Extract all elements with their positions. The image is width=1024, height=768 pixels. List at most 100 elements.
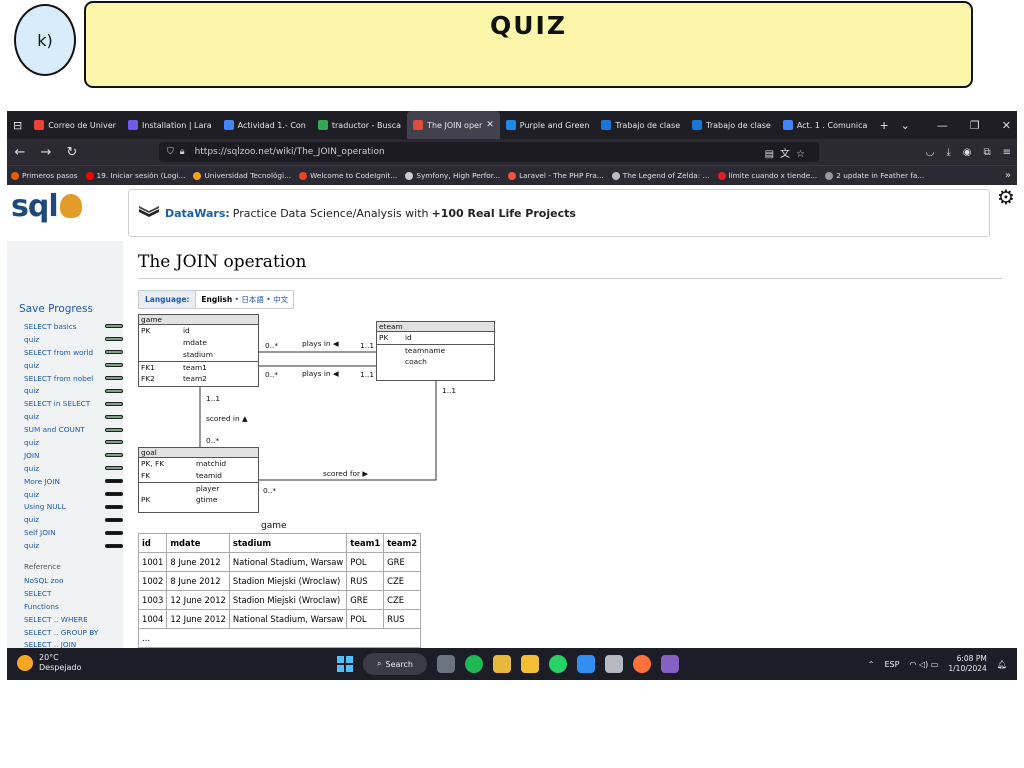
sqlzoo-logo[interactable]: sql bbox=[11, 189, 82, 224]
sidebar-progress-item[interactable]: SELECT in SELECT bbox=[19, 397, 123, 410]
sidebar-progress-item[interactable]: SELECT from nobel bbox=[19, 372, 123, 385]
field-label: coach bbox=[405, 357, 427, 366]
field-label: id bbox=[405, 333, 412, 342]
browser-tab[interactable]: traductor - Busca bbox=[312, 111, 407, 139]
table-cell: GRE bbox=[346, 590, 385, 610]
whatsapp-icon[interactable] bbox=[549, 655, 567, 673]
table-cell: 12 June 2012 bbox=[166, 609, 230, 629]
save-progress-header[interactable]: Save Progress bbox=[19, 303, 123, 315]
task-view-icon[interactable] bbox=[437, 655, 455, 673]
language-selector: Language: English • 日本語 • 中文 bbox=[138, 290, 295, 309]
language-others[interactable]: • 日本語 • 中文 bbox=[235, 295, 289, 304]
reference-link[interactable]: Functions bbox=[19, 602, 123, 615]
cube-app-icon[interactable] bbox=[605, 655, 623, 673]
bookmark-item[interactable]: Laravel - The PHP Fra... bbox=[504, 171, 608, 180]
sidebar-progress-item[interactable]: quiz bbox=[19, 513, 123, 526]
sidebar-progress-item[interactable]: quiz bbox=[19, 359, 123, 372]
title-divider bbox=[138, 278, 1002, 279]
url-text: https://sqlzoo.net/wiki/The_JOIN_operati… bbox=[194, 147, 385, 157]
clock[interactable]: 6:08 PM 1/10/2024 bbox=[948, 654, 986, 674]
close-tab-icon[interactable]: ✕ bbox=[486, 120, 494, 130]
sidebar-progress-item[interactable]: quiz bbox=[19, 539, 123, 552]
reference-link[interactable]: SELECT .. WHERE bbox=[19, 615, 123, 628]
sidebar-progress-item[interactable]: SELECT basics bbox=[19, 320, 123, 333]
chevron-up-icon[interactable]: ⌃ bbox=[868, 660, 875, 669]
extensions-icon[interactable]: ⧉ bbox=[983, 147, 990, 158]
bookmark-item[interactable]: Universidad Tecnológi... bbox=[189, 171, 295, 180]
reference-link[interactable]: NoSQL zoo bbox=[19, 576, 123, 589]
git-icon[interactable] bbox=[493, 655, 511, 673]
sidebar-progress-item[interactable]: quiz bbox=[19, 488, 123, 501]
sidebar-progress-item[interactable]: quiz bbox=[19, 410, 123, 423]
bookmark-item[interactable]: Welcome to CodeIgnit... bbox=[295, 171, 401, 180]
notification-bell-icon[interactable]: 🔔︎ bbox=[997, 660, 1007, 669]
browser-tab[interactable]: The JOIN oper ✕ bbox=[407, 111, 500, 139]
taskbar-search[interactable]: ⌕ Search bbox=[363, 653, 427, 675]
firefox-icon[interactable] bbox=[633, 655, 651, 673]
visual-studio-icon[interactable] bbox=[661, 655, 679, 673]
bookmark-item[interactable]: 2 update in Feather fa... bbox=[821, 171, 928, 180]
sidebar-progress-item[interactable]: quiz bbox=[19, 436, 123, 449]
browser-tab[interactable]: Correo de Univer bbox=[28, 111, 122, 139]
weather-widget[interactable]: 20°C Despejado bbox=[17, 653, 81, 673]
windows-start-icon[interactable] bbox=[337, 656, 353, 672]
chevron-down-icon[interactable]: ⌄ bbox=[895, 119, 916, 132]
tab-list-icon[interactable]: ⊟ bbox=[7, 119, 28, 132]
column-header: team1 bbox=[346, 533, 385, 553]
keyboard-language[interactable]: ESP bbox=[885, 660, 900, 669]
reference-link[interactable]: SELECT .. GROUP BY bbox=[19, 628, 123, 641]
minimize-icon[interactable]: — bbox=[937, 119, 948, 132]
sidebar-progress-item[interactable]: quiz bbox=[19, 333, 123, 346]
banner-text: Practice Data Science/Analysis with bbox=[232, 206, 429, 220]
restore-icon[interactable]: ❐ bbox=[970, 119, 980, 132]
sidebar-progress-item[interactable]: SUM and COUNT bbox=[19, 423, 123, 436]
pocket-icon[interactable]: ◡ bbox=[926, 147, 935, 158]
browser-tab[interactable]: Trabajo de clase bbox=[686, 111, 777, 139]
address-bar[interactable]: ⛉ 🔒︎ https://sqlzoo.net/wiki/The_JOIN_op… bbox=[159, 142, 819, 162]
bookmark-label: Symfony, High Perfor... bbox=[416, 171, 501, 180]
spotify-icon[interactable] bbox=[465, 655, 483, 673]
menu-icon[interactable]: ≡ bbox=[1003, 147, 1011, 158]
browser-tab[interactable]: Trabajo de clase bbox=[595, 111, 686, 139]
bookmark-item[interactable]: The Legend of Zelda: ... bbox=[608, 171, 714, 180]
back-icon[interactable]: ← bbox=[7, 145, 33, 160]
download-icon[interactable]: ⤓ bbox=[946, 147, 950, 158]
browser-tab[interactable]: Act. 1 . Comunica bbox=[777, 111, 874, 139]
bookmark-item[interactable]: Primeros pasos bbox=[7, 171, 82, 180]
browser-tab[interactable]: Installation | Lara bbox=[122, 111, 218, 139]
reader-translate-bookmark-icons[interactable]: ▤文☆ bbox=[765, 145, 811, 160]
new-tab-icon[interactable]: + bbox=[873, 119, 894, 132]
sidebar-progress-item[interactable]: quiz bbox=[19, 384, 123, 397]
sidebar-progress-item[interactable]: Using NULL bbox=[19, 500, 123, 513]
reference-link[interactable]: SELECT bbox=[19, 589, 123, 602]
relation-plays-in-1: plays in ◀ bbox=[302, 339, 339, 348]
tab-favicon-icon bbox=[505, 120, 516, 130]
sidebar-progress-item[interactable]: More JOIN bbox=[19, 475, 123, 488]
language-english[interactable]: English bbox=[201, 295, 232, 304]
sidebar-progress-item[interactable]: Self JOIN bbox=[19, 526, 123, 539]
close-icon[interactable]: ✕ bbox=[1002, 119, 1011, 132]
bookmark-item[interactable]: 19. Iniciar sesión (Logi... bbox=[82, 171, 190, 180]
windows-taskbar: 20°C Despejado ⌕ Search ⌃ ESP ◠ ◁) ▭ 6:08 … bbox=[7, 648, 1017, 680]
file-explorer-icon[interactable] bbox=[521, 655, 539, 673]
browser-tab[interactable]: Actividad 1.- Con bbox=[218, 111, 312, 139]
wifi-volume-battery-icons[interactable]: ◠ ◁) ▭ bbox=[909, 660, 938, 669]
vscode-icon[interactable] bbox=[577, 655, 595, 673]
bookmark-label: Laravel - The PHP Fra... bbox=[519, 171, 604, 180]
bookmark-item[interactable]: Symfony, High Perfor... bbox=[401, 171, 504, 180]
browser-tab[interactable]: Purple and Green bbox=[500, 111, 596, 139]
forward-icon[interactable]: → bbox=[33, 145, 59, 160]
column-header: team2 bbox=[383, 533, 422, 553]
bookmark-item[interactable]: límite cuando x tiende... bbox=[714, 171, 822, 180]
chevron-right-icon[interactable]: » bbox=[1005, 170, 1011, 181]
datawars-banner[interactable]: DataWars: Practice Data Science/Analysis… bbox=[128, 189, 990, 237]
sidebar-progress-item[interactable]: JOIN bbox=[19, 449, 123, 462]
sidebar-item-label: SELECT from world bbox=[24, 347, 94, 357]
reload-icon[interactable]: ↻ bbox=[59, 145, 85, 160]
sidebar-progress-item[interactable]: quiz bbox=[19, 462, 123, 475]
gear-icon[interactable]: ⚙ bbox=[997, 185, 1015, 209]
sidebar-progress-item[interactable]: SELECT from world bbox=[19, 346, 123, 359]
account-icon[interactable]: ◉ bbox=[963, 147, 972, 158]
progress-indicator bbox=[105, 376, 123, 380]
cardinality-label: 1..1 bbox=[206, 394, 221, 403]
